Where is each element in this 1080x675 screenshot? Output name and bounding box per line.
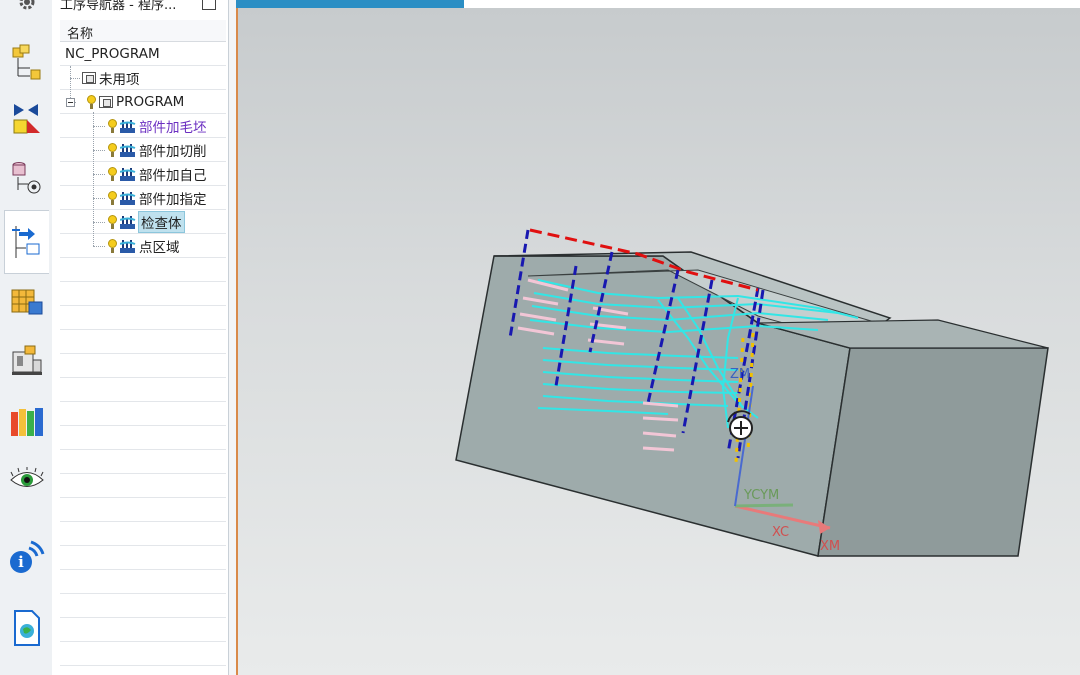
mill-operation-icon [120,215,136,229]
mill-operation-icon [120,239,136,253]
operation-navigator-panel: 工序导航器 - 程序... 名称 NC_PROGRAM 未用项 PROGRAM [52,0,229,675]
status-bulb-icon [108,215,117,229]
tree-node-operation-selected[interactable]: 检查体 [108,211,185,233]
machine-icon[interactable] [7,340,47,380]
visualization-icon[interactable] [7,460,47,500]
resource-bar: i [0,0,53,675]
tree-node-nc-program[interactable]: NC_PROGRAM [65,43,160,65]
operation-navigator-icon[interactable] [4,210,49,274]
settings-icon[interactable] [7,0,47,22]
geometry-navigator-icon[interactable] [7,98,47,138]
tree-node-unused[interactable]: 未用项 [82,67,140,89]
tree-node-operation[interactable]: 部件加切削 [108,139,207,161]
graphics-viewport[interactable]: ZM YCYM XC XM [236,8,1080,675]
status-bulb-icon [108,191,117,205]
column-header[interactable]: 名称 [60,20,226,42]
model-scene [455,228,1049,557]
tree-node-operation[interactable]: 部件加毛坯 [108,115,207,137]
navigator-title: 工序导航器 - 程序... [60,0,177,13]
status-bulb-icon [108,119,117,133]
document-tab[interactable] [236,0,464,8]
part-right-face [817,347,1049,557]
xc-axis-label: XC [772,525,790,540]
collapse-icon[interactable] [66,97,75,107]
zm-axis-label: ZM [730,367,751,382]
svg-text:i: i [18,553,24,571]
tree-node-operation[interactable]: 点区域 [108,235,180,257]
status-bulb-icon [108,167,117,181]
navigator-maximize-button[interactable] [202,0,216,10]
status-bulb-icon [87,95,96,109]
mill-operation-icon [120,167,136,181]
mill-operation-icon [120,143,136,157]
program-folder-icon [99,96,113,108]
tree-node-operation[interactable]: 部件加指定 [108,187,207,209]
mill-operation-icon [120,191,136,205]
navigator-tree: 名称 NC_PROGRAM 未用项 PROGRAM 部件加毛坯 部件加切削 部件… [60,20,226,675]
ycym-axis-label: YCYM [744,488,780,503]
info-icon[interactable]: i [7,536,47,576]
status-bulb-icon [108,143,117,157]
xm-axis-label: XM [820,539,841,554]
y-axis [734,503,794,508]
reuse-library-icon[interactable] [7,402,47,442]
web-page-icon[interactable] [7,608,47,648]
tree-node-program[interactable]: PROGRAM [66,91,184,113]
library-icon[interactable] [7,282,47,322]
status-bulb-icon [108,239,117,253]
mill-operation-icon [120,119,136,133]
group-folder-icon [82,72,96,84]
part-navigator-icon[interactable] [7,158,47,198]
tree-node-operation[interactable]: 部件加自己 [108,163,207,185]
machine-tool-navigator-icon[interactable] [7,42,47,82]
